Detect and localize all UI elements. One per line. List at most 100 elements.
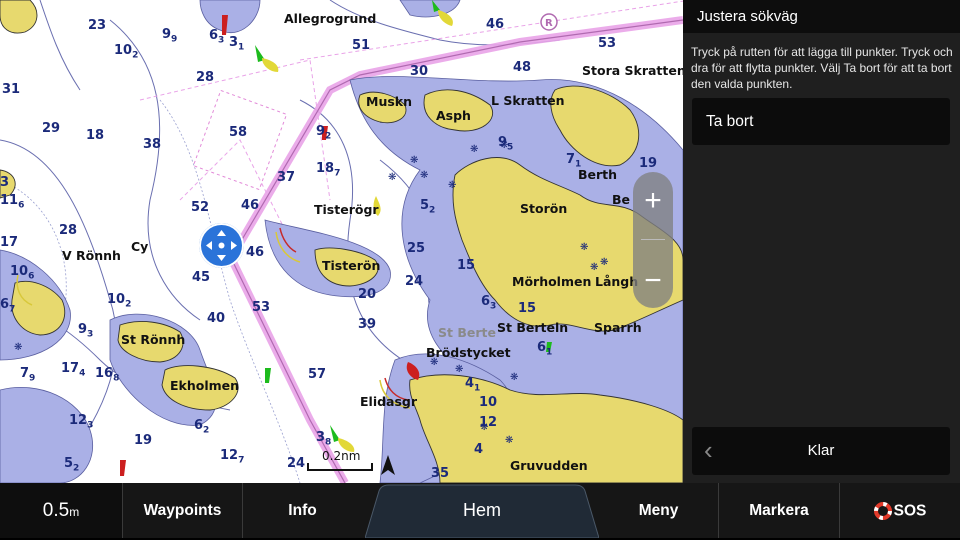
depth-sounding: 40 xyxy=(207,311,226,326)
svg-text:❋: ❋ xyxy=(600,257,608,268)
depth-sounding: 174 xyxy=(61,361,86,379)
depth-sounding: 93 xyxy=(78,322,94,340)
svg-text:❋: ❋ xyxy=(410,155,418,166)
panel-instruction: Tryck på rutten för att lägga till punkt… xyxy=(691,45,953,91)
depth-sounding: 58 xyxy=(229,125,248,140)
zoom-divider xyxy=(641,239,665,240)
depth-sounding: 52 xyxy=(191,200,210,215)
svg-text:R: R xyxy=(545,18,553,29)
place-label: Långh xyxy=(595,274,639,289)
depth-sounding: 168 xyxy=(95,366,120,384)
place-label: Tisterögr xyxy=(314,202,379,217)
depth-sounding: 45 xyxy=(192,270,211,285)
sos-label: SOS xyxy=(893,502,927,520)
depth-sounding: 187 xyxy=(316,161,341,179)
chart-graphics: ❋❋❋ ❋ ❋❋ ❋❋❋ ❋❋❋ ❋❋❋ R xyxy=(0,0,683,483)
depth-sounding: 17 xyxy=(0,235,19,250)
depth-sounding: 123 xyxy=(69,413,94,431)
zoom-in-button[interactable]: + xyxy=(633,176,673,226)
depth-sounding: 12 xyxy=(479,415,498,430)
depth-sounding: 25 xyxy=(407,241,426,256)
depth-sounding: 29 xyxy=(42,121,61,136)
depth-sounding: 23 xyxy=(88,18,107,33)
place-label: Brödstycket xyxy=(426,345,511,360)
svg-text:❋: ❋ xyxy=(470,144,478,155)
place-label: Storön xyxy=(520,201,568,216)
zoom-control: + − xyxy=(633,172,673,308)
depth-sounding: 39 xyxy=(358,317,377,332)
depth-sounding: 38 xyxy=(316,430,332,448)
depth-sounding: 46 xyxy=(241,198,260,213)
depth-sounding: 15 xyxy=(518,301,537,316)
home-button[interactable]: Hem xyxy=(365,483,599,538)
place-label: Cy xyxy=(131,239,149,254)
waypoints-button[interactable]: Waypoints xyxy=(122,483,242,538)
remove-button[interactable]: Ta bort xyxy=(692,98,950,145)
depth-sounding: 52 xyxy=(420,198,436,216)
place-label: Elidasgr xyxy=(360,394,418,409)
svg-text:❋: ❋ xyxy=(510,372,518,383)
sos-button[interactable]: SOS xyxy=(839,483,960,538)
place-label: Sparrh xyxy=(594,320,642,335)
place-label: St Berte xyxy=(438,325,496,340)
depth-sounding: 24 xyxy=(405,274,424,289)
scale-label: 0.2nm xyxy=(322,449,361,463)
svg-text:❋: ❋ xyxy=(455,364,463,375)
place-label: Be xyxy=(612,192,631,207)
nautical-chart[interactable]: ❋ ❋ ❋ ❋ ❋ ❋ ❋ ❋ ❋ ❋ ❋ ❋ ❋ ❋ ❋ R 23 102 9… xyxy=(0,0,683,483)
place-label: Gruvudden xyxy=(510,458,588,473)
bottom-nav-bar: 0.5m Waypoints Info Hem Meny Markera SOS xyxy=(0,483,960,538)
depth-sounding: 63 xyxy=(209,28,225,46)
depth-sounding: 31 xyxy=(2,82,21,97)
svg-text:❋: ❋ xyxy=(388,172,396,183)
menu-button[interactable]: Meny xyxy=(599,483,718,538)
depth-sounding: 10 xyxy=(479,395,498,410)
place-label: Tisterön xyxy=(322,258,381,273)
depth-sounding: 4 xyxy=(474,442,484,457)
depth-sounding: 102 xyxy=(114,43,139,61)
panel-title: Justera sökväg xyxy=(683,0,960,33)
depth-sounding: 24 xyxy=(287,456,306,471)
depth-sounding: 18 xyxy=(86,128,105,143)
chevron-left-icon: ‹ xyxy=(704,435,713,465)
done-button-label: Klar xyxy=(807,442,835,459)
zoom-level-button[interactable]: 0.5m xyxy=(0,483,122,538)
depth-sounding: 3 xyxy=(0,175,10,190)
depth-sounding: 46 xyxy=(246,245,265,260)
place-label: Stora Skratten xyxy=(582,63,683,78)
depth-sounding: 53 xyxy=(252,300,271,315)
depth-sounding: 30 xyxy=(410,64,429,79)
depth-sounding: 99 xyxy=(162,27,178,45)
place-label: Ekholmen xyxy=(170,378,240,393)
depth-sounding: 53 xyxy=(598,36,617,51)
svg-text:❋: ❋ xyxy=(505,435,513,446)
depth-sounding: 15 xyxy=(457,258,476,273)
depth-sounding: 37 xyxy=(277,170,296,185)
depth-sounding: 106 xyxy=(10,264,35,282)
zoom-out-button[interactable]: − xyxy=(633,256,673,306)
depth-sounding: 46 xyxy=(486,17,505,32)
info-button[interactable]: Info xyxy=(242,483,362,538)
depth-sounding: 28 xyxy=(196,70,215,85)
svg-text:❋: ❋ xyxy=(448,180,456,191)
svg-text:❋: ❋ xyxy=(580,242,588,253)
depth-sounding: 51 xyxy=(352,38,371,53)
depth-sounding: 31 xyxy=(229,35,245,53)
depth-sounding: 28 xyxy=(59,223,78,238)
svg-text:❋: ❋ xyxy=(420,170,428,181)
adjust-route-panel: Justera sökväg Tryck på rutten för att l… xyxy=(683,0,960,483)
home-button-label: Hem xyxy=(462,500,501,520)
place-label: Asph xyxy=(436,108,471,123)
lifebuoy-icon xyxy=(873,501,892,520)
place-label: V Rönnh xyxy=(62,248,121,263)
depth-sounding: 95 xyxy=(498,135,514,153)
done-button[interactable]: ‹ Klar xyxy=(692,427,950,475)
depth-sounding: 19 xyxy=(134,433,153,448)
mark-button[interactable]: Markera xyxy=(718,483,839,538)
svg-text:❋: ❋ xyxy=(14,342,22,353)
depth-sounding: 127 xyxy=(220,448,245,466)
depth-sounding: 38 xyxy=(143,137,162,152)
pan-arrows-icon xyxy=(206,230,237,261)
pan-control[interactable] xyxy=(199,223,244,268)
svg-text:❋: ❋ xyxy=(590,262,598,273)
